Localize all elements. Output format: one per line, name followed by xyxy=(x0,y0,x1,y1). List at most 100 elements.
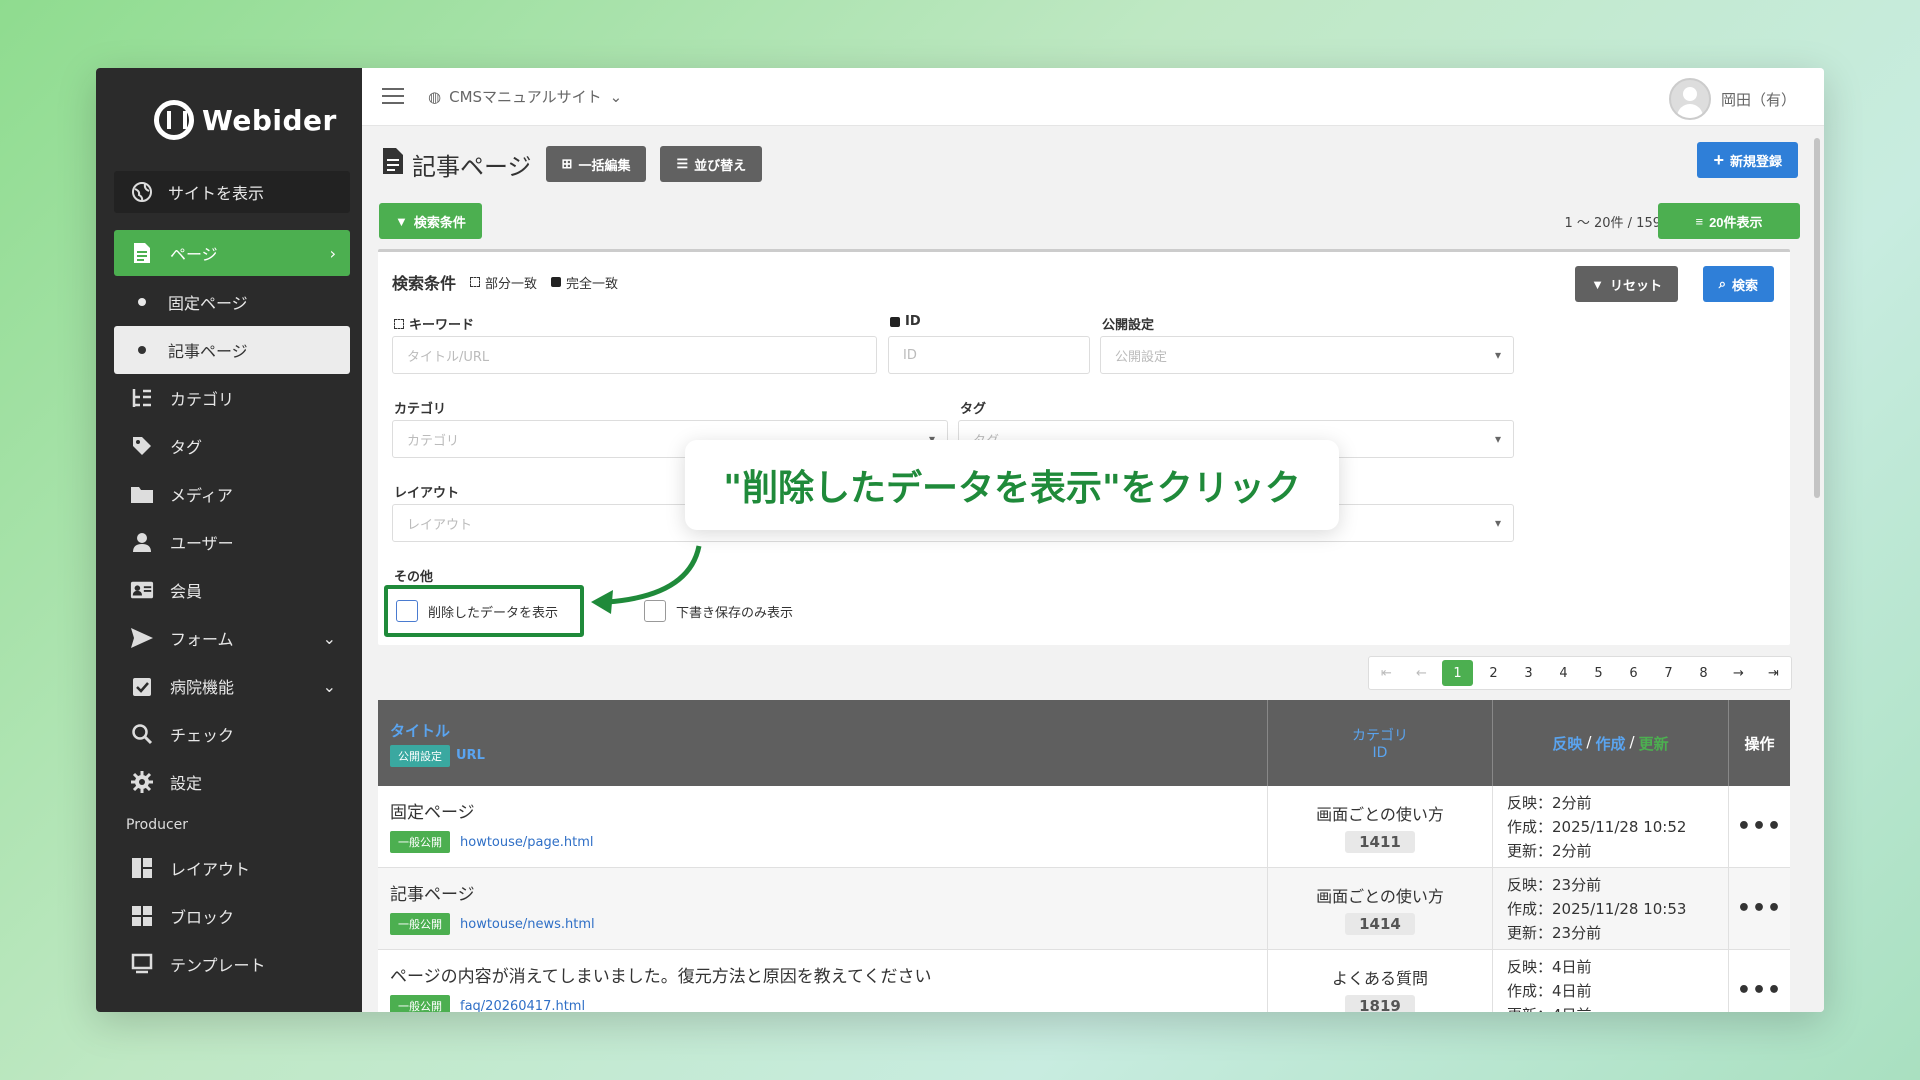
exact-match-legend: 完全一致 xyxy=(551,273,618,292)
row-category: よくある質問 xyxy=(1331,968,1428,988)
layout-label: レイアウト xyxy=(394,486,460,501)
status-badge: 一般公開 xyxy=(390,995,450,1012)
sort-title-link[interactable]: タイトル xyxy=(390,720,1267,741)
sidebar-item-label: フォーム xyxy=(170,630,234,649)
new-register-button[interactable]: + 新規登録 xyxy=(1697,142,1798,178)
folder-icon xyxy=(130,482,154,506)
site-selector[interactable]: ◍ CMSマニュアルサイト ⌄ xyxy=(428,86,622,107)
sort-category-link[interactable]: カテゴリ xyxy=(1352,725,1408,745)
plus-icon: + xyxy=(1713,149,1724,170)
row-created: 作成：2025/11/28 10:53 xyxy=(1507,900,1687,918)
row-url-link[interactable]: howtouse/page.html xyxy=(460,835,593,850)
header-dates-col: 反映 / 作成 / 更新 xyxy=(1493,700,1729,786)
row-url-link[interactable]: howtouse/news.html xyxy=(460,917,595,932)
sidebar-item-layout[interactable]: レイアウト xyxy=(114,844,350,892)
more-options-icon[interactable]: ••• xyxy=(1729,868,1790,949)
more-options-icon[interactable]: ••• xyxy=(1729,786,1790,867)
page-8[interactable]: 8 xyxy=(1686,657,1721,689)
sort-publish-link[interactable]: 公開設定 xyxy=(390,744,450,767)
search-label: 検索 xyxy=(1731,277,1758,293)
dashed-square-icon xyxy=(394,318,404,329)
page-3[interactable]: 3 xyxy=(1511,657,1546,689)
row-reflect: 反映：4日前 xyxy=(1507,958,1592,976)
header-category-col: カテゴリ ID xyxy=(1268,700,1493,786)
sidebar-item-label: チェック xyxy=(170,726,235,745)
row-created: 作成：4日前 xyxy=(1507,982,1592,1000)
hamburger-menu-icon[interactable] xyxy=(382,88,404,104)
sort-label: 並び替え xyxy=(694,157,747,173)
sort-url-link[interactable]: URL xyxy=(456,748,485,763)
scrollbar[interactable] xyxy=(1814,138,1820,498)
logo-icon xyxy=(154,100,194,140)
page-4[interactable]: 4 xyxy=(1546,657,1581,689)
app-window: Webider サイトを表示 ページ › 固定ページ 記事ページ カテゴリ タグ… xyxy=(96,68,1824,1012)
view-site-label: サイトを表示 xyxy=(168,184,265,203)
sidebar-item-category[interactable]: カテゴリ xyxy=(114,374,350,422)
next-page-icon[interactable]: → xyxy=(1721,657,1756,689)
list-icon: ☰ xyxy=(676,156,689,171)
publish-select[interactable]: 公開設定 xyxy=(1100,336,1514,374)
user-menu[interactable]: 岡田（有） xyxy=(1668,78,1796,120)
view-site-button[interactable]: サイトを表示 xyxy=(114,171,350,213)
header-sub: 公開設定 URL xyxy=(390,744,1267,767)
sidebar-item-tag[interactable]: タグ xyxy=(114,422,350,470)
last-page-icon[interactable]: ⇥ xyxy=(1756,657,1791,689)
show-deleted-checkbox[interactable]: 削除したデータを表示 xyxy=(384,585,584,637)
chevron-down-icon: ⌄ xyxy=(322,676,336,696)
reset-button[interactable]: ▼ リセット xyxy=(1575,266,1678,302)
sort-updated-link[interactable]: 更新 xyxy=(1639,733,1669,754)
sort-id-link[interactable]: ID xyxy=(1373,745,1388,761)
sidebar-item-form[interactable]: フォーム ⌄ xyxy=(114,614,350,662)
row-meta: 一般公開 howtouse/page.html xyxy=(390,831,1255,853)
site-name: CMSマニュアルサイト xyxy=(449,88,602,106)
sidebar-item-label: ページ xyxy=(170,245,218,264)
id-input[interactable]: ID xyxy=(888,336,1090,374)
sidebar-item-fixed-page[interactable]: 固定ページ xyxy=(114,278,350,326)
table-row[interactable]: 記事ページ 一般公開 howtouse/news.html 画面ごとの使い方 1… xyxy=(378,868,1790,950)
page-2[interactable]: 2 xyxy=(1476,657,1511,689)
sidebar-item-article-page[interactable]: 記事ページ xyxy=(114,326,350,374)
per-page-button[interactable]: ≡ 20件表示 xyxy=(1658,203,1800,239)
sidebar-item-block[interactable]: ブロック xyxy=(114,892,350,940)
sort-button[interactable]: ☰ 並び替え xyxy=(660,146,763,182)
sidebar: Webider サイトを表示 ページ › 固定ページ 記事ページ カテゴリ タグ… xyxy=(96,68,362,1012)
sidebar-item-settings[interactable]: 設定 xyxy=(114,758,350,806)
more-options-icon[interactable]: ••• xyxy=(1729,950,1790,1012)
partial-match-label: 部分一致 xyxy=(485,276,538,292)
sidebar-item-user[interactable]: ユーザー xyxy=(114,518,350,566)
sidebar-item-template[interactable]: テンプレート xyxy=(114,940,350,988)
row-title-cell: ページの内容が消えてしまいました。復元方法と原因を教えてください 一般公開 fa… xyxy=(378,950,1268,1012)
logo[interactable]: Webider xyxy=(154,100,337,140)
bulk-edit-button[interactable]: ⊞ 一括編集 xyxy=(545,146,647,182)
filter-toggle-button[interactable]: ▼ 検索条件 xyxy=(379,203,482,239)
table-row[interactable]: ページの内容が消えてしまいました。復元方法と原因を教えてください 一般公開 fa… xyxy=(378,950,1790,1012)
page-5[interactable]: 5 xyxy=(1581,657,1616,689)
sidebar-item-page[interactable]: ページ › xyxy=(114,230,350,276)
sort-reflect-link[interactable]: 反映 xyxy=(1552,733,1582,754)
table-row[interactable]: 固定ページ 一般公開 howtouse/page.html 画面ごとの使い方 1… xyxy=(378,786,1790,868)
row-url-link[interactable]: faq/20260417.html xyxy=(460,999,585,1013)
tag-icon xyxy=(130,434,154,458)
row-title[interactable]: 固定ページ xyxy=(390,798,1255,823)
sidebar-item-check[interactable]: チェック xyxy=(114,710,350,758)
sidebar-item-hospital[interactable]: 病院機能 ⌄ xyxy=(114,662,350,710)
main-content: ◍ CMSマニュアルサイト ⌄ 岡田（有） 記事ページ ⊞ 一括編集 ☰ 並び替… xyxy=(362,68,1824,1012)
page-7[interactable]: 7 xyxy=(1651,657,1686,689)
row-title[interactable]: ページの内容が消えてしまいました。復元方法と原因を教えてください xyxy=(390,962,1255,987)
sidebar-item-member[interactable]: 会員 xyxy=(114,566,350,614)
sort-created-link[interactable]: 作成 xyxy=(1595,733,1625,754)
prev-page-icon[interactable]: ← xyxy=(1404,657,1439,689)
keyword-input[interactable]: タイトル/URL xyxy=(392,336,877,374)
sidebar-item-label: タグ xyxy=(170,438,203,457)
page-6[interactable]: 6 xyxy=(1616,657,1651,689)
checkbox[interactable] xyxy=(396,600,418,622)
search-button[interactable]: ⌕ 検索 xyxy=(1702,266,1774,302)
sidebar-item-label: メディア xyxy=(170,486,233,505)
row-title[interactable]: 記事ページ xyxy=(390,880,1255,905)
row-dates-cell: 反映：2分前 作成：2025/11/28 10:52 更新：2分前 xyxy=(1493,786,1729,867)
sidebar-item-media[interactable]: メディア xyxy=(114,470,350,518)
new-register-label: 新規登録 xyxy=(1729,153,1782,169)
page-1[interactable]: 1 xyxy=(1442,660,1473,686)
first-page-icon[interactable]: ⇤ xyxy=(1369,657,1404,689)
page-icon xyxy=(130,241,154,265)
